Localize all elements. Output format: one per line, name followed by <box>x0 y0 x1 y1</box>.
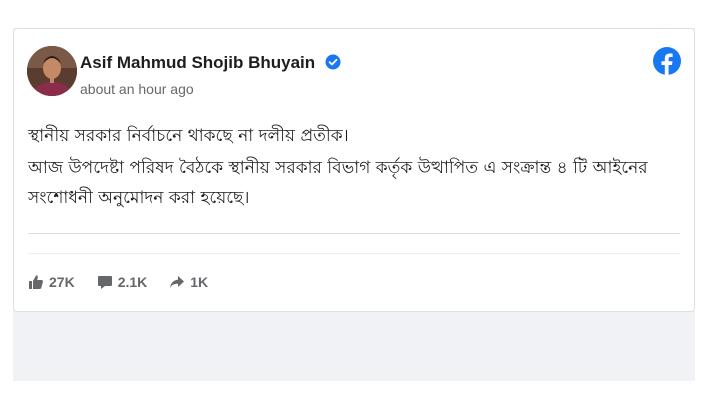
facebook-post-card: Asif Mahmud Shojib Bhuyain about an hour… <box>13 28 695 312</box>
post-text: স্থানীয় সরকার নির্বাচনে থাকছে না দলীয় … <box>28 121 668 215</box>
post-timestamp[interactable]: about an hour ago <box>80 81 194 97</box>
like-button[interactable]: 27K <box>28 274 75 290</box>
comment-icon <box>97 276 112 289</box>
like-count: 27K <box>49 274 75 290</box>
comment-count: 2.1K <box>117 274 148 290</box>
share-count: 1K <box>190 274 209 290</box>
share-button[interactable]: 1K <box>169 274 208 290</box>
divider <box>28 253 680 254</box>
post-stats: 27K 2.1K 1K <box>28 271 230 293</box>
author-name-text[interactable]: Asif Mahmud Shojib Bhuyain <box>80 53 315 72</box>
post-paragraph-2: আজ উপদেষ্টা পরিষদ বৈঠকে স্থানীয় সরকার ব… <box>28 158 648 208</box>
verified-badge-icon <box>325 54 341 70</box>
post-paragraph-1: স্থানীয় সরকার নির্বাচনে থাকছে না দলীয় … <box>28 126 349 146</box>
facebook-logo-icon[interactable] <box>653 47 681 75</box>
author-name[interactable]: Asif Mahmud Shojib Bhuyain <box>80 53 341 73</box>
like-icon <box>29 275 43 289</box>
share-icon <box>170 276 185 288</box>
divider <box>28 233 680 234</box>
avatar[interactable] <box>27 46 77 96</box>
comment-button[interactable]: 2.1K <box>97 274 148 290</box>
